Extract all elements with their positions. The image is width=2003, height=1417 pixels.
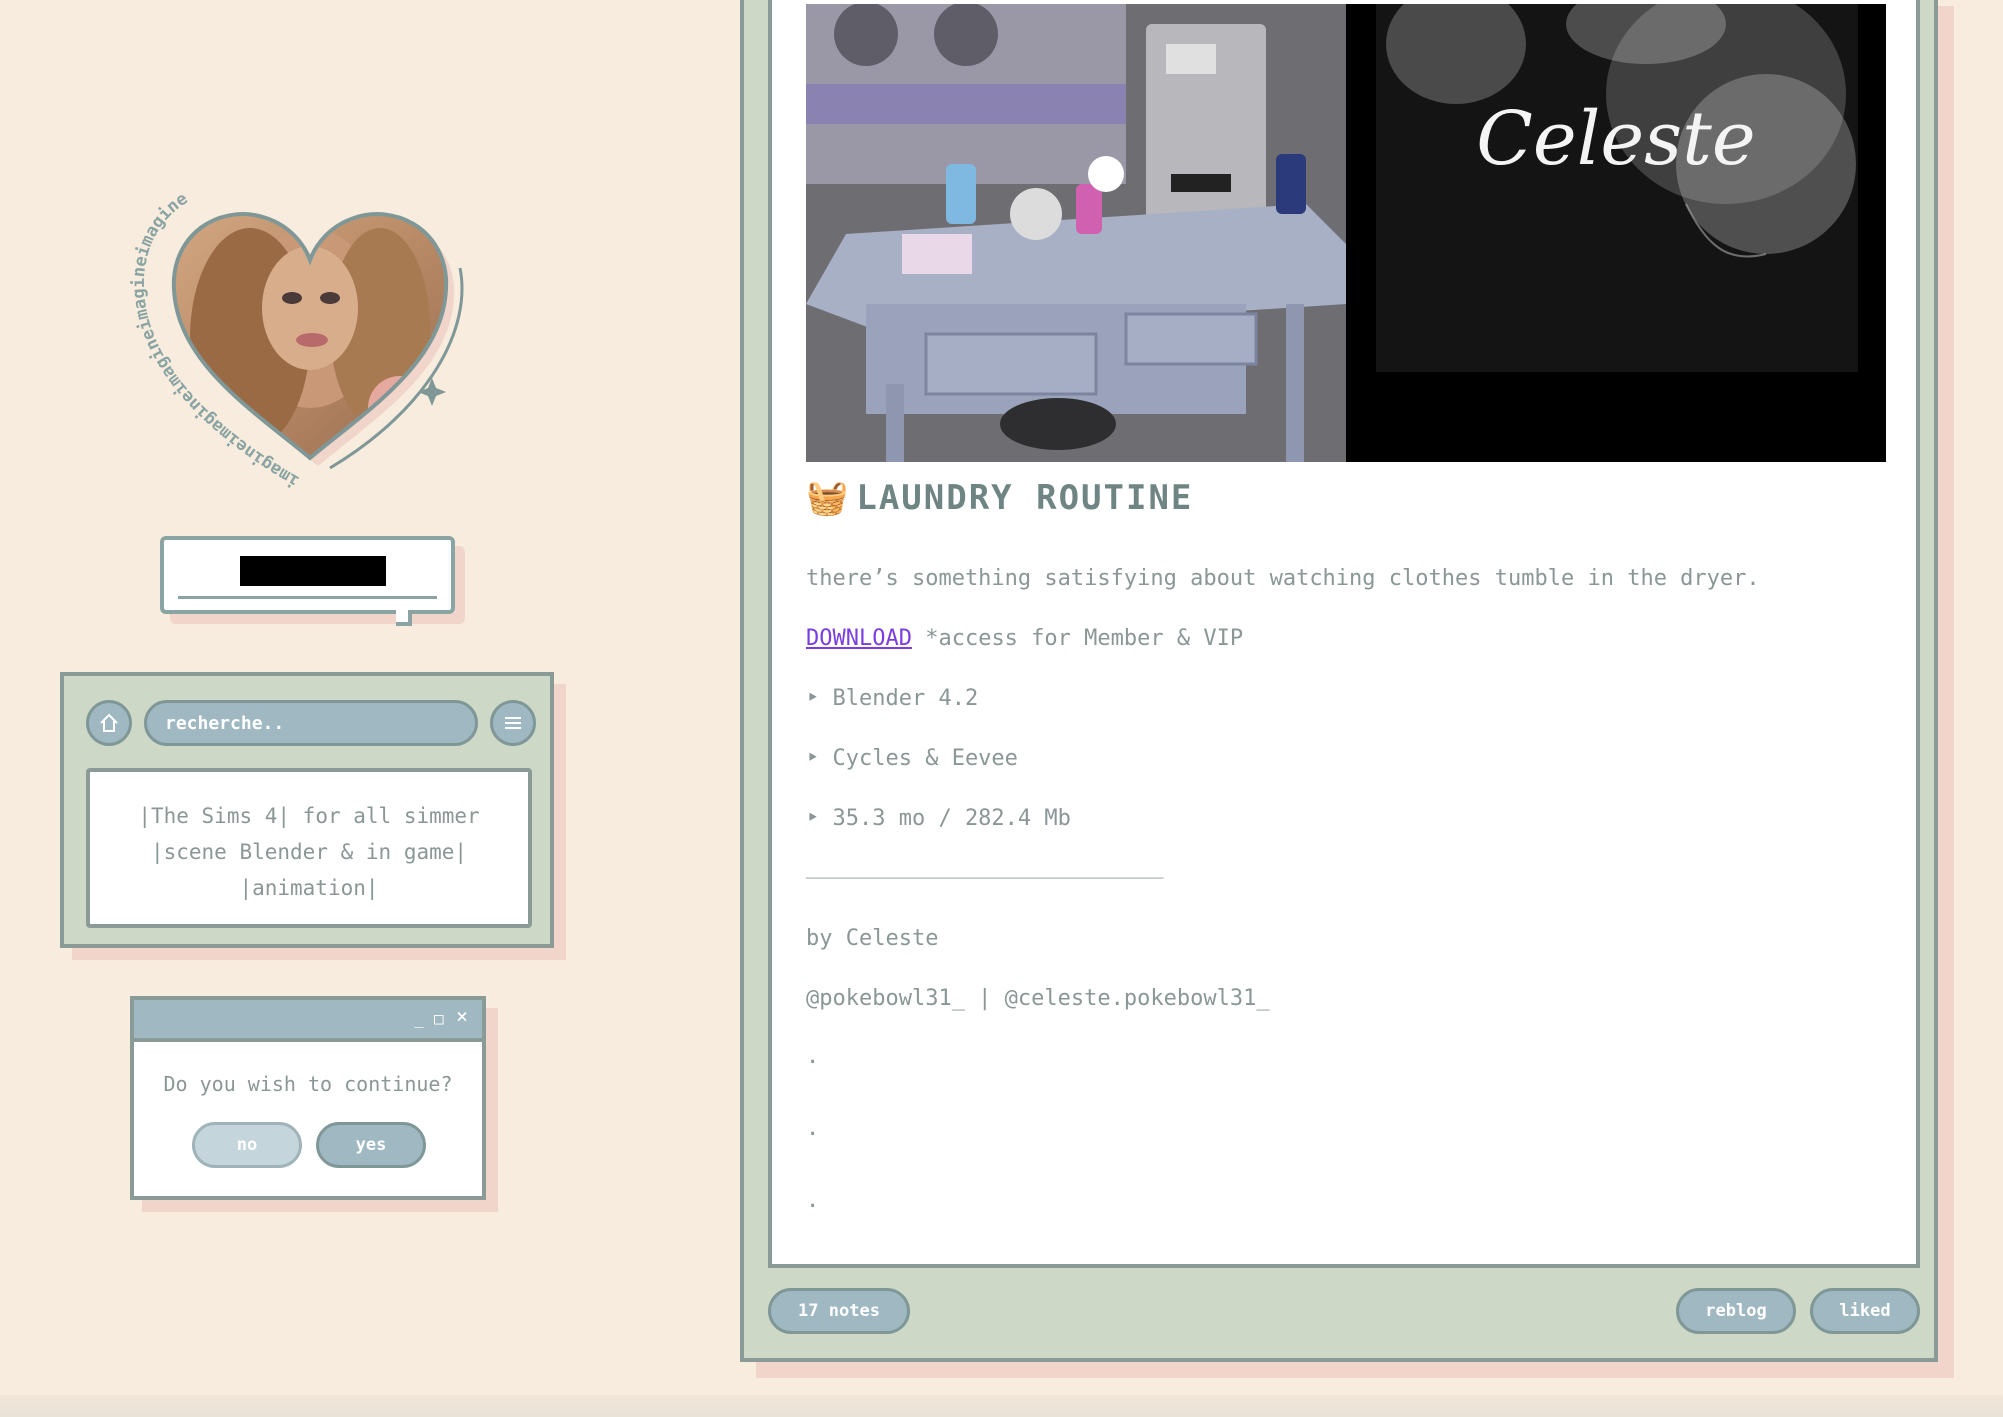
- liked-button[interactable]: liked: [1810, 1288, 1920, 1334]
- avatar-heart: imagineimagineimagineimagineimagine: [130, 168, 500, 498]
- laundry-room-image: [806, 4, 1346, 462]
- celeste-logo-image: Celeste: [1346, 4, 1886, 462]
- post-title-text: LAUNDRY ROUTINE: [856, 478, 1194, 518]
- spec-item: ‣ Blender 4.2: [806, 686, 979, 711]
- home-icon: [100, 713, 118, 732]
- post-card: Celeste 🧺 LAUNDRY ROUTINE there’s someth…: [768, 0, 1920, 1268]
- bubble-tail: [396, 610, 412, 626]
- home-button[interactable]: [86, 700, 132, 746]
- download-link[interactable]: DOWNLOAD: [806, 626, 912, 651]
- dialog-question: Do you wish to continue?: [163, 1072, 453, 1096]
- blog-name-redacted: [240, 556, 386, 586]
- spec-item: ‣ Cycles & Eevee: [806, 746, 1018, 771]
- post-author: by Celeste: [806, 926, 939, 951]
- notes-button[interactable]: 17 notes: [768, 1288, 910, 1334]
- description-line: |The Sims 4| for all simmer: [138, 804, 480, 828]
- dot: .: [806, 1044, 820, 1069]
- post: Celeste 🧺 LAUNDRY ROUTINE there’s someth…: [740, 0, 1954, 1378]
- post-handles: @pokebowl31_ | @celeste.pokebowl31_: [806, 986, 1270, 1011]
- description-line: |animation|: [239, 876, 379, 900]
- yes-button[interactable]: yes: [316, 1122, 426, 1168]
- blog-description: |The Sims 4| for all simmer |scene Blend…: [86, 768, 532, 928]
- reblog-button[interactable]: reblog: [1676, 1288, 1796, 1334]
- blog-name-bubble: [160, 536, 465, 626]
- download-note: *access for Member & VIP: [911, 626, 1244, 651]
- celeste-logo-text: Celeste: [1476, 96, 1755, 182]
- continue-dialog: _ □ × Do you wish to continue? no yes: [130, 996, 498, 1212]
- dot: .: [806, 1116, 820, 1141]
- search-input[interactable]: [144, 700, 478, 746]
- no-button[interactable]: no: [192, 1122, 302, 1168]
- dot: .: [806, 1188, 820, 1213]
- page-bottom-bar: [0, 1395, 2003, 1417]
- menu-button[interactable]: [490, 700, 536, 746]
- spec-item: ‣ 35.3 mo / 282.4 Mb: [806, 806, 1071, 831]
- divider: [178, 596, 437, 599]
- separator: ___________________________: [806, 854, 1164, 879]
- close-icon[interactable]: ×: [456, 1006, 468, 1026]
- hamburger-icon: [505, 717, 521, 729]
- maximize-icon[interactable]: □: [434, 1010, 444, 1028]
- minimize-icon[interactable]: _: [414, 1010, 424, 1028]
- download-line: DOWNLOAD *access for Member & VIP: [806, 626, 1243, 651]
- description-line: |scene Blender & in game|: [150, 840, 468, 864]
- post-title: 🧺 LAUNDRY ROUTINE: [806, 478, 1193, 518]
- search-window: |The Sims 4| for all simmer |scene Blend…: [60, 672, 566, 960]
- basket-icon: 🧺: [806, 478, 851, 518]
- post-subtitle: there’s something satisfying about watch…: [806, 566, 1760, 591]
- dialog-titlebar: _ □ ×: [134, 1000, 482, 1042]
